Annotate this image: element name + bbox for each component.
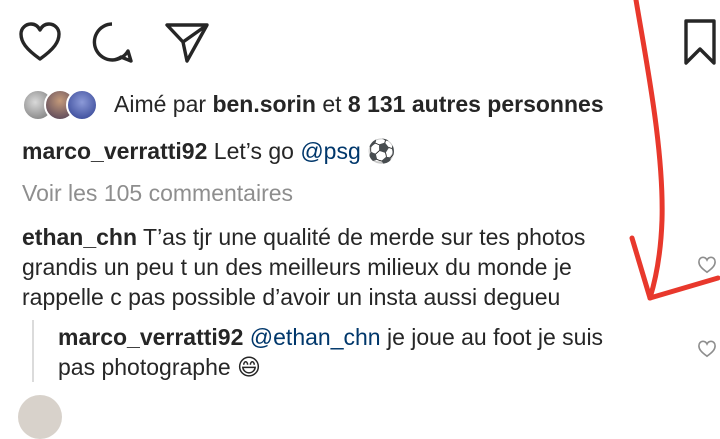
save-button[interactable]: [682, 18, 718, 66]
comment-line-2: grandis un peu t un des meilleurs milieu…: [22, 254, 572, 280]
caption-username[interactable]: marco_verratti92: [22, 138, 207, 164]
reply-like-button[interactable]: [697, 340, 717, 358]
post-caption: marco_verratti92 Let’s go @psg ⚽: [22, 136, 396, 166]
soccer-ball-icon: ⚽: [367, 138, 396, 164]
grinning-face-icon: 😄: [237, 354, 262, 380]
send-icon: [165, 23, 209, 63]
like-button[interactable]: [18, 22, 62, 62]
likes-prefix: Aimé par: [114, 91, 207, 117]
annotation-arrow-head-1: [629, 235, 653, 301]
avatar: [66, 89, 98, 121]
comment-username[interactable]: ethan_chn: [22, 224, 137, 250]
likes-connector: et: [322, 91, 342, 117]
comment-icon: [92, 22, 133, 63]
reply-line-1: marco_verratti92 @ethan_chn je joue au f…: [58, 322, 603, 352]
caption-text: Let’s go: [213, 138, 294, 164]
share-button[interactable]: [164, 20, 210, 64]
reply-username[interactable]: marco_verratti92: [58, 324, 243, 350]
liker-username[interactable]: ben.sorin: [212, 91, 316, 117]
comment-like-button[interactable]: [697, 256, 717, 274]
annotation-arrow-line: [633, 0, 665, 301]
comment-line-1: ethan_chn T’as tjr une qualité de merde …: [22, 222, 585, 252]
bookmark-icon: [684, 19, 716, 65]
comment-text: T’as tjr une qualité de merde sur tes ph…: [143, 224, 586, 250]
comment-button[interactable]: [90, 20, 134, 64]
likes-summary: Aimé par ben.sorin et 8 131 autres perso…: [114, 89, 604, 119]
heart-icon: [19, 22, 61, 61]
liker-avatars[interactable]: [22, 89, 102, 121]
view-comments-link[interactable]: Voir les 105 commentaires: [22, 178, 293, 208]
reply-text: je joue au foot je suis: [386, 324, 604, 350]
reply-text-2: pas photographe: [58, 354, 231, 380]
reply-line-2: pas photographe 😄: [58, 352, 261, 382]
comment-line-3: rappelle c pas possible d’avoir un insta…: [22, 284, 561, 310]
reply-thread-line: [32, 320, 34, 382]
annotation-arrow-head-2: [647, 275, 720, 301]
heart-icon: [698, 340, 716, 358]
heart-icon: [698, 256, 716, 274]
caption-mention[interactable]: @psg: [300, 138, 360, 164]
reply-mention[interactable]: @ethan_chn: [250, 324, 381, 350]
avatar[interactable]: [18, 395, 62, 439]
likes-count[interactable]: 8 131 autres personnes: [348, 91, 604, 117]
